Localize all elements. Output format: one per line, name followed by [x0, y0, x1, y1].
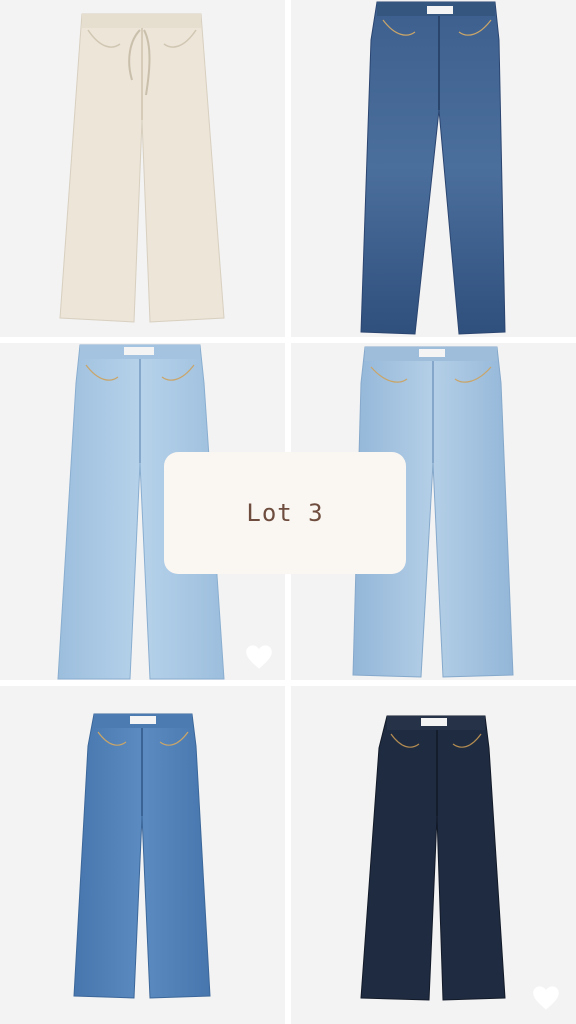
heart-icon[interactable] — [245, 644, 273, 670]
product-image-jeans-dark-blue — [360, 1, 506, 335]
heart-icon[interactable] — [532, 985, 560, 1011]
lot-label: Lot 3 — [246, 499, 324, 527]
product-card[interactable] — [0, 686, 285, 1024]
product-card[interactable] — [291, 0, 576, 337]
product-image-jeans-ecru — [59, 13, 225, 323]
product-card[interactable] — [0, 0, 285, 337]
product-card[interactable] — [291, 686, 576, 1024]
product-image-jeans-raw-navy — [360, 715, 506, 1001]
product-image-jeans-mid-blue-wide — [73, 713, 211, 999]
lot-label-card: Lot 3 — [164, 452, 406, 574]
